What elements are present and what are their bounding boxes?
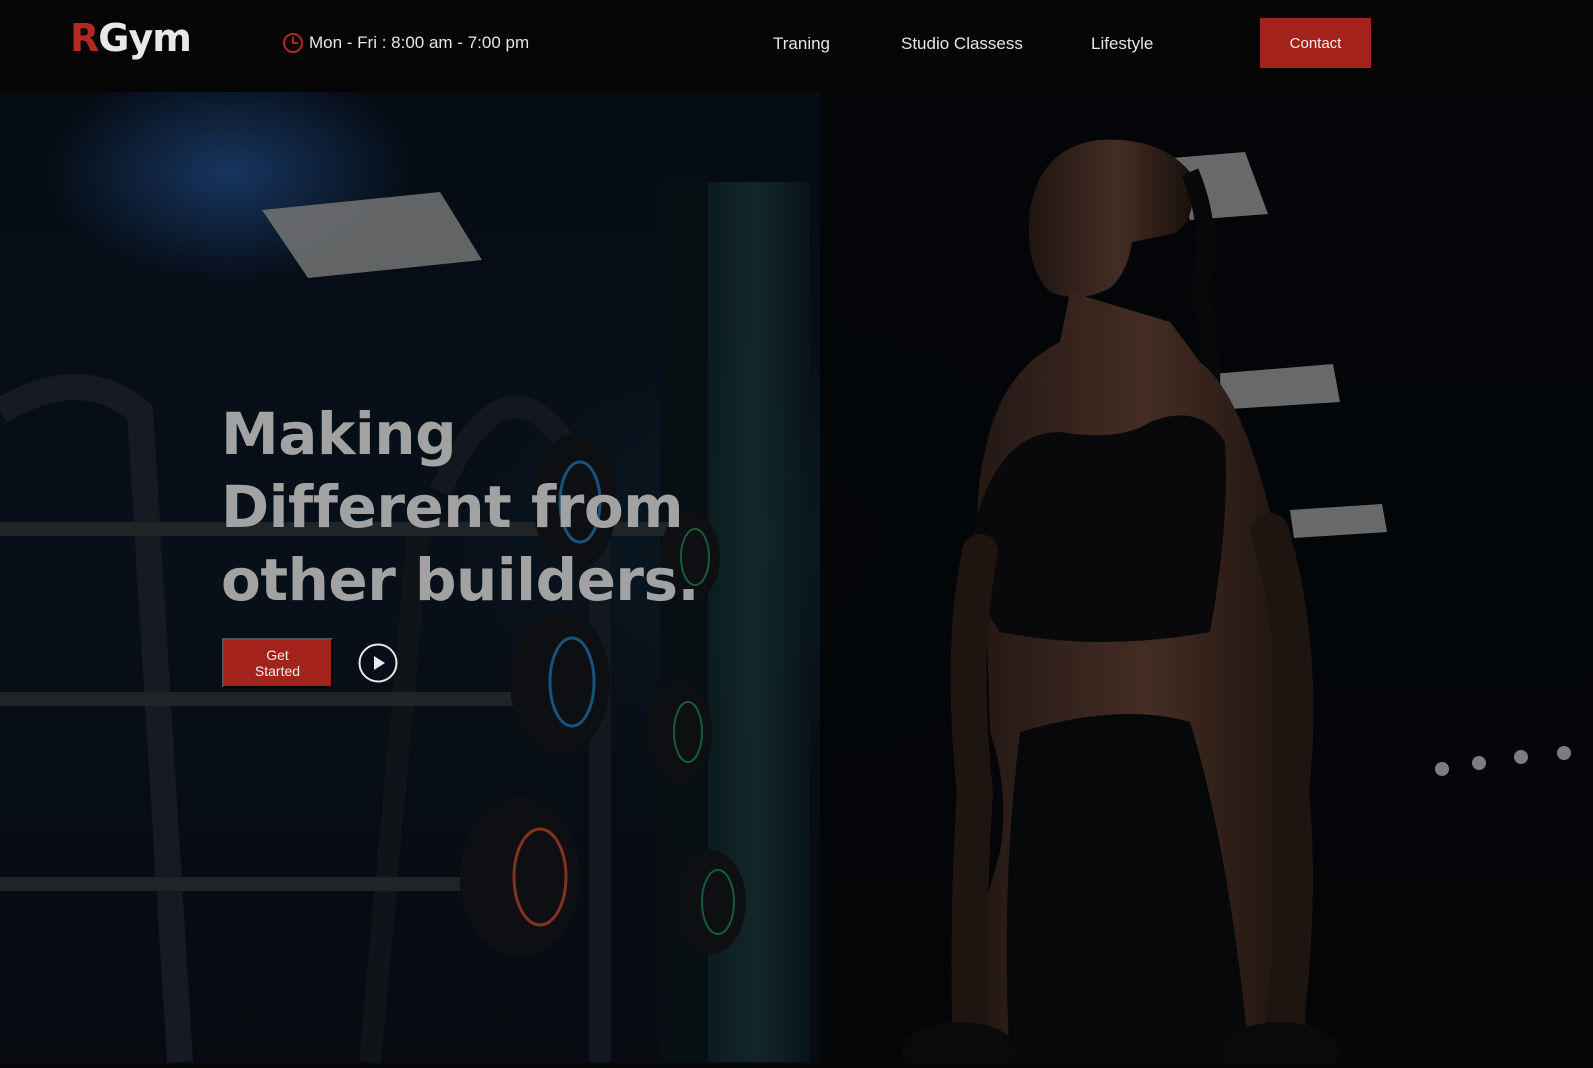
hero-headline: Making Different from other builders. xyxy=(221,398,741,617)
hero-headline-line-1: Making xyxy=(221,400,457,468)
opening-hours: Mon - Fri : 8:00 am - 7:00 pm xyxy=(282,31,529,55)
play-video-button[interactable] xyxy=(358,643,398,683)
logo-letter-r: R xyxy=(70,16,99,60)
nav-link-lifestyle[interactable]: Lifestyle xyxy=(1091,34,1153,54)
bottom-edge xyxy=(0,1064,1593,1068)
nav-link-training[interactable]: Traning xyxy=(773,34,830,54)
hero-headline-line-2: Different from xyxy=(221,473,684,541)
clock-icon xyxy=(283,33,303,53)
opening-hours-text: Mon - Fri : 8:00 am - 7:00 pm xyxy=(309,33,530,52)
hero-headline-line-3: other builders. xyxy=(221,546,700,614)
hero-section: Making Different from other builders. Ge… xyxy=(0,92,1593,1064)
play-icon xyxy=(358,643,398,683)
page: RGym Mon - Fri : 8:00 am - 7:00 pm Trani… xyxy=(0,0,1593,1068)
nav-link-studio-classes[interactable]: Studio Classess xyxy=(901,34,1023,54)
logo-text: Gym xyxy=(98,16,192,60)
get-started-button[interactable]: Get Started xyxy=(222,638,333,688)
site-header: RGym Mon - Fri : 8:00 am - 7:00 pm Trani… xyxy=(0,0,1593,92)
logo[interactable]: RGym xyxy=(70,16,192,60)
contact-button[interactable]: Contact xyxy=(1260,18,1371,68)
